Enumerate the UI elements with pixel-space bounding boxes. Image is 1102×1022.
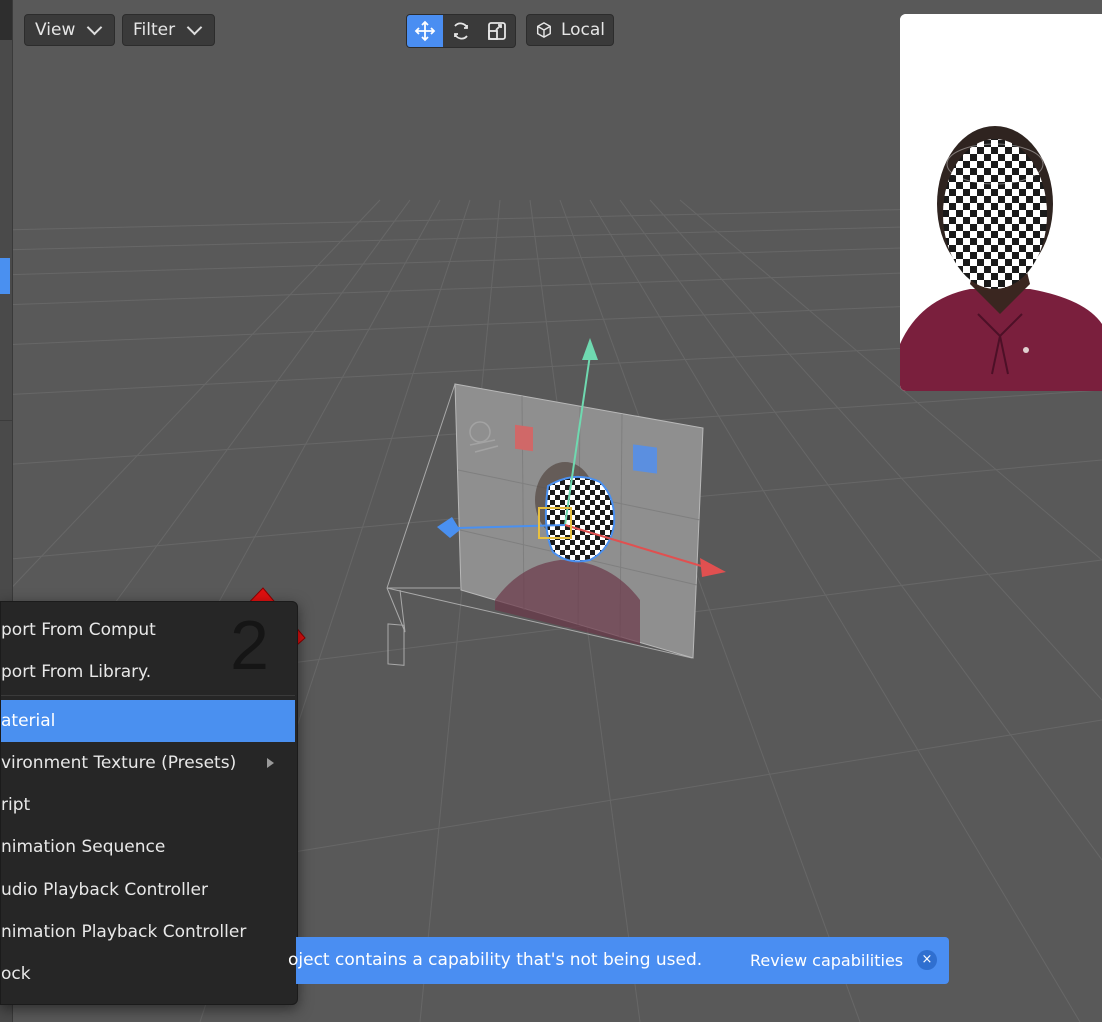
menu-item-label: nimation Playback Controller [1, 922, 247, 942]
local-label: Local [560, 20, 605, 40]
view-dropdown[interactable]: View [24, 14, 115, 46]
menu-item-environment-texture[interactable]: vironment Texture (Presets) [1, 742, 295, 784]
notification-message: oject contains a capability that's not b… [288, 950, 703, 970]
transform-tools [406, 14, 516, 48]
menu-divider [1, 695, 295, 696]
menu-item-script[interactable]: ript [1, 784, 295, 826]
menu-item-label: ock [1, 964, 31, 984]
chevron-down-icon [87, 19, 103, 36]
preview-image [900, 14, 1102, 391]
close-icon[interactable]: × [917, 950, 937, 970]
menu-item-label: ript [1, 795, 31, 815]
chevron-down-icon [186, 19, 203, 36]
annotation-step-number: 2 [230, 606, 269, 684]
submenu-arrow-icon [267, 758, 274, 768]
move-tool-button[interactable] [407, 15, 443, 47]
menu-item-label: nimation Sequence [1, 837, 166, 857]
cube-icon [536, 22, 551, 38]
review-capabilities-link[interactable]: Review capabilities [750, 937, 903, 984]
menu-item-label: port From Library. [1, 662, 152, 682]
filter-dropdown[interactable]: Filter [122, 14, 215, 46]
menu-item-animation-sequence[interactable]: nimation Sequence [1, 826, 295, 868]
menu-item-block[interactable]: ock [1, 953, 295, 995]
move-icon [414, 20, 436, 42]
menu-item-label: port From Comput [1, 620, 156, 640]
view-label: View [35, 20, 76, 40]
scale-tool-button[interactable] [479, 15, 515, 47]
face-mesh [544, 475, 616, 563]
scale-icon [488, 22, 506, 40]
menu-item-material[interactable]: aterial [1, 700, 295, 742]
scene-viewport[interactable]: View Filter Local port From Comput port … [0, 0, 1102, 1022]
selected-hierarchy-item[interactable] [0, 258, 10, 294]
local-space-toggle[interactable]: Local [526, 14, 614, 46]
menu-item-label: vironment Texture (Presets) [1, 753, 237, 773]
menu-item-label: aterial [1, 711, 56, 731]
menu-item-label: udio Playback Controller [1, 880, 208, 900]
capability-notification: oject contains a capability that's not b… [288, 937, 949, 984]
filter-label: Filter [133, 20, 176, 40]
rotate-icon [454, 22, 468, 40]
menu-item-animation-playback-controller[interactable]: nimation Playback Controller [1, 911, 295, 953]
menu-item-audio-playback-controller[interactable]: udio Playback Controller [1, 869, 295, 911]
rotate-tool-button[interactable] [443, 15, 479, 47]
camera-preview [900, 14, 1102, 391]
